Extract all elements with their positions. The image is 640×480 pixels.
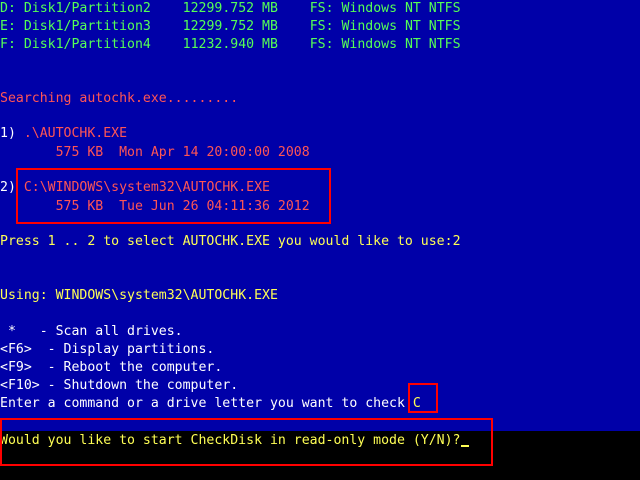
command-key: * xyxy=(0,324,32,339)
select-prompt-text: Press 1 .. 2 to select AUTOCHK.EXE you w… xyxy=(0,234,453,249)
partition-size: 11232.940 MB xyxy=(182,37,278,52)
option-1-line: 1) .\AUTOCHK.EXE xyxy=(0,125,127,143)
command-item: <F6> - Display partitions. xyxy=(0,341,214,359)
command-prompt-text: Enter a command or a drive letter you wa… xyxy=(0,396,413,411)
select-answer: 2 xyxy=(452,234,461,249)
partition-path: Disk1/Partition4 xyxy=(23,37,151,52)
command-item: <F9> - Reboot the computer. xyxy=(0,359,222,377)
command-key: <F9> xyxy=(0,360,40,375)
console-screen: D: Disk1/Partition2 12299.752 MB FS: Win… xyxy=(0,0,640,480)
command-item: <F10> - Shutdown the computer. xyxy=(0,377,238,395)
partition-row: F: Disk1/Partition4 11232.940 MB FS: Win… xyxy=(0,36,461,54)
partition-size: 12299.752 MB xyxy=(182,19,278,34)
command-key: <F10> xyxy=(0,378,40,393)
highlight-box-readonly-prompt xyxy=(0,418,493,466)
using-line: Using: WINDOWS\system32\AUTOCHK.EXE xyxy=(0,287,278,305)
command-key: <F6> xyxy=(0,342,40,357)
search-status: Searching autochk.exe......... xyxy=(0,91,239,106)
using-path: WINDOWS\system32\AUTOCHK.EXE xyxy=(55,288,278,303)
partition-drive: D: xyxy=(0,1,16,16)
command-desc: - Reboot the computer. xyxy=(39,360,223,375)
partition-row: D: Disk1/Partition2 12299.752 MB FS: Win… xyxy=(0,0,461,18)
partition-path: Disk1/Partition3 xyxy=(23,19,151,34)
partition-drive: E: xyxy=(0,19,16,34)
partition-fs: FS: Windows NT NTFS xyxy=(309,19,461,34)
command-desc: - Scan all drives. xyxy=(31,324,183,339)
select-prompt[interactable]: Press 1 .. 2 to select AUTOCHK.EXE you w… xyxy=(0,233,461,251)
highlight-box-drive-letter xyxy=(408,383,438,413)
using-label: Using: xyxy=(0,288,56,303)
option-path: .\AUTOCHK.EXE xyxy=(23,126,128,141)
option-size: 575 KB xyxy=(55,145,104,160)
command-desc: - Display partitions. xyxy=(39,342,215,357)
highlight-box-option-2 xyxy=(16,168,331,224)
option-date: Mon Apr 14 20:00:00 2008 xyxy=(119,145,310,160)
option-1-details: 575 KB Mon Apr 14 20:00:00 2008 xyxy=(0,144,310,162)
partition-row: E: Disk1/Partition3 12299.752 MB FS: Win… xyxy=(0,18,461,36)
partition-size: 12299.752 MB xyxy=(182,1,278,16)
option-number: 1) xyxy=(0,126,16,141)
partition-drive: F: xyxy=(0,37,16,52)
command-item: * - Scan all drives. xyxy=(0,323,183,341)
partition-fs: FS: Windows NT NTFS xyxy=(309,1,461,16)
option-number: 2) xyxy=(0,180,16,195)
command-prompt[interactable]: Enter a command or a drive letter you wa… xyxy=(0,395,421,413)
partition-path: Disk1/Partition2 xyxy=(23,1,151,16)
command-desc: - Shutdown the computer. xyxy=(39,378,239,393)
partition-fs: FS: Windows NT NTFS xyxy=(309,37,461,52)
